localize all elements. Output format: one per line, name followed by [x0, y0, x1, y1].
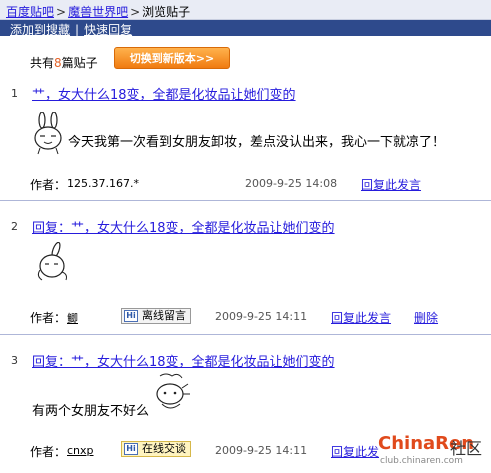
post-count-prefix: 共有	[30, 56, 55, 70]
post-date: 2009-9-25 14:11	[215, 444, 308, 457]
breadcrumb-wow-bar[interactable]: 魔兽世界吧	[68, 5, 128, 19]
post-floor-number: 3	[11, 354, 18, 367]
tuzki-emoticon-icon	[37, 242, 67, 281]
post-date: 2009-9-25 14:08	[245, 177, 338, 190]
chinaren-watermark: ChinaRen 社区 club.chinaren.com	[374, 431, 491, 473]
author-label: 作者：	[30, 311, 67, 325]
reply-post-link[interactable]: 回复此发	[331, 443, 379, 460]
post-count-suffix: 篇贴子	[61, 56, 98, 70]
author-label: 作者：	[30, 445, 67, 459]
post-floor-number: 1	[11, 87, 18, 100]
hi-icon: Hi	[124, 443, 138, 455]
offline-message-label: 离线留言	[142, 309, 186, 322]
hi-icon: Hi	[124, 310, 138, 322]
tuzki-emoticon-icon	[34, 112, 62, 155]
author-link[interactable]: cnxp	[67, 444, 94, 457]
breadcrumb-current: 浏览贴子	[142, 5, 191, 19]
post-title-link[interactable]: 回复：艹，女大什么18变，全都是化妆品让她们变的	[32, 217, 335, 236]
post-date: 2009-9-25 14:11	[215, 310, 308, 323]
post-count: 共有8篇贴子	[30, 54, 98, 71]
quick-reply-link[interactable]: 快速回复	[84, 23, 132, 37]
breadcrumb-tieba-home[interactable]: 百度贴吧	[6, 5, 54, 19]
author-ip: 125.37.167.*	[67, 177, 139, 190]
tuzki-emoticon-icon	[156, 373, 190, 409]
author-label: 作者：	[30, 178, 67, 192]
delete-post-link[interactable]: 删除	[414, 309, 438, 326]
reply-post-link[interactable]: 回复此发言	[331, 309, 391, 326]
post-divider	[0, 200, 491, 201]
post-floor-number: 2	[11, 220, 18, 233]
breadcrumb: 百度贴吧 > 魔兽世界吧 > 浏览贴子	[0, 0, 491, 20]
reply-post-link[interactable]: 回复此发言	[361, 176, 421, 193]
post-title-link[interactable]: 艹，女大什么18变，全都是化妆品让她们变的	[32, 84, 296, 103]
post-body: 今天我第一次看到女朋友卸妆，差点没认出来，我心一下就凉了！	[68, 135, 446, 150]
post-title-link[interactable]: 回复：艹，女大什么18变，全都是化妆品让她们变的	[32, 351, 335, 370]
switch-version-button[interactable]: 切换到新版本>>	[114, 47, 230, 69]
post-count-number: 8	[54, 56, 62, 70]
toolbar: 添加到搜藏 | 快速回复	[0, 20, 491, 37]
post-body: 有两个女朋友不好么	[32, 404, 150, 419]
online-chat-button[interactable]: Hi 在线交谈	[121, 441, 191, 457]
post-divider	[0, 334, 491, 335]
author-link[interactable]: 鲫	[67, 310, 78, 326]
breadcrumb-separator: >	[130, 5, 141, 19]
add-to-favorites-link[interactable]: 添加到搜藏	[10, 23, 70, 37]
offline-message-button[interactable]: Hi 离线留言	[121, 308, 191, 324]
toolbar-divider: |	[75, 23, 80, 37]
online-chat-label: 在线交谈	[142, 442, 186, 455]
watermark-url: club.chinaren.com	[380, 456, 463, 466]
breadcrumb-separator: >	[56, 5, 67, 19]
